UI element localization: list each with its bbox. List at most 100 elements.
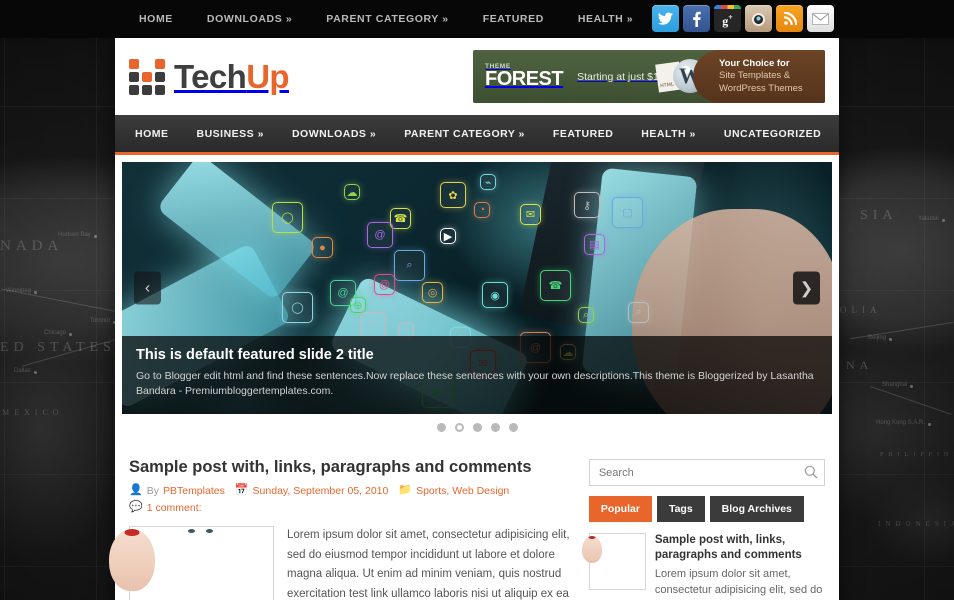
slider-dot-2[interactable] <box>454 422 464 432</box>
slide-app-icon-3: ◯ <box>272 202 303 233</box>
post-date-link[interactable]: Sunday, September 05, 2010 <box>253 485 389 497</box>
slide-app-icon-5: ● <box>312 237 333 258</box>
ad-tagline-3: WordPress Themes <box>719 82 803 94</box>
logo-text-accent: Up <box>246 58 289 95</box>
map-city-label-3: Toronto <box>90 318 117 324</box>
instagram-icon[interactable] <box>745 5 772 32</box>
map-city-label-2: Chicago <box>44 330 73 336</box>
page-wrapper: TechUp THEME FOREST Starting at just $10… <box>109 38 839 600</box>
slide-image: ☁☎✿◯⌁●@⌕◔✉⚷▢▶@@◯⊕◎◉☎⌕⌕□@⌕⌕✉▶☁▤ ‹ ❯ This … <box>122 162 832 414</box>
slider-dot-5[interactable] <box>508 422 518 432</box>
facebook-icon[interactable] <box>683 5 710 32</box>
slide-app-icon-11: ▢ <box>612 197 643 228</box>
slide-app-icon-4: ⌁ <box>480 174 496 190</box>
slide-app-icon-16: ⊕ <box>350 297 366 313</box>
top-nav-item-4[interactable]: HEALTH » <box>561 13 650 25</box>
post-author-link[interactable]: PBTemplates <box>163 485 225 497</box>
calendar-icon: 📅 <box>234 484 249 497</box>
search-input[interactable] <box>588 459 825 486</box>
map-city-label-6: Beijing <box>868 335 893 341</box>
slider-prev-button[interactable]: ‹ <box>134 271 161 305</box>
slide-app-icon-18: ◉ <box>482 282 508 308</box>
ad-tagline-1: Your Choice for <box>719 58 790 70</box>
map-city-label-5: Yakutsk <box>918 216 945 222</box>
map-region-label-2: MEXICO <box>2 408 64 417</box>
themeforest-ad-banner[interactable]: THEME FOREST Starting at just $10▸ W You… <box>473 50 825 103</box>
post-excerpt: Lorem ipsum dolor sit amet, consectetur … <box>287 528 570 600</box>
main-nav-item-3[interactable]: PARENT CATEGORY » <box>390 128 539 140</box>
slide-app-icon-24: ⌕ <box>578 307 594 323</box>
post-title: Sample post with, links, paragraphs and … <box>129 458 532 476</box>
search-widget <box>588 459 825 486</box>
post-comments-link[interactable]: 1 comment: <box>147 502 202 514</box>
post-meta-comments: 💬 1 comment: <box>129 502 202 514</box>
map-region-label-5: NA <box>846 358 874 372</box>
post-meta-categories: 📁 Sports, Web Design <box>398 485 509 497</box>
sidebar-tab-popular[interactable]: Popular <box>588 496 652 522</box>
main-nav-item-4[interactable]: FEATURED <box>539 128 627 140</box>
site-logo[interactable]: TechUp <box>129 58 290 95</box>
top-nav-item-3[interactable]: FEATURED <box>466 13 561 25</box>
sidebar-tabs: Popular Tags Blog Archives <box>588 496 825 522</box>
main-nav-item-2[interactable]: DOWNLOADS » <box>278 128 390 140</box>
slide-caption: This is default featured slide 2 title G… <box>122 335 832 414</box>
slide-title: This is default featured slide 2 title <box>136 346 374 363</box>
popular-post-item[interactable]: Sample post with, links, paragraphs and … <box>581 533 825 600</box>
slide-app-icon-9: ✉ <box>520 204 541 225</box>
slide-app-icon-17: ◎ <box>422 282 443 303</box>
map-city-label-8: Hong Kong S.A.R. <box>876 420 932 426</box>
google-plus-icon[interactable]: g+ <box>714 5 741 32</box>
popular-post-title: Sample post with, links, paragraphs and … <box>654 534 802 562</box>
top-nav-item-1[interactable]: DOWNLOADS » <box>190 13 309 25</box>
map-region-label-4: OLIA <box>840 305 882 315</box>
logo-text-primary: Tech <box>174 58 247 95</box>
top-nav-item-0[interactable]: HOME <box>122 13 190 25</box>
post-meta: 👤 By PBTemplates 📅 Sunday, September 05,… <box>129 485 575 514</box>
slide-app-icon-15: ◯ <box>282 292 313 323</box>
main-column: Sample post with, links, paragraphs and … <box>109 451 575 600</box>
comment-icon: 💬 <box>129 501 143 514</box>
slide-app-icon-25: ⌕ <box>628 302 649 323</box>
slide-app-icon-12: ▶ <box>440 228 456 244</box>
popular-post-body: Sample post with, links, paragraphs and … <box>655 533 825 600</box>
sidebar-tab-blog-archives[interactable]: Blog Archives <box>709 496 804 522</box>
map-region-label-6: PHILIPPINES <box>880 452 954 458</box>
slider-dot-1[interactable] <box>436 422 446 432</box>
top-nav-item-2[interactable]: PARENT CATEGORY » <box>309 13 465 25</box>
sidebar: PopularTagsBlog Archives Sample post wit… <box>581 451 825 600</box>
logo-text: TechUp <box>174 58 290 95</box>
site-header: TechUp THEME FOREST Starting at just $10… <box>115 38 839 115</box>
email-icon[interactable] <box>807 5 834 32</box>
post-categories-link[interactable]: Sports, Web Design <box>416 485 509 497</box>
main-nav-item-1[interactable]: BUSINESS » <box>183 128 278 140</box>
map-region-label-1: ED STATES <box>0 340 116 355</box>
slide-app-icon-8: ◔ <box>474 202 490 218</box>
post-thumbnail[interactable] <box>109 525 274 600</box>
ad-brand-large: FOREST <box>485 68 564 91</box>
post-title-link[interactable]: Sample post with, links, paragraphs and … <box>129 458 575 478</box>
search-icon[interactable] <box>804 465 818 479</box>
top-navigation: HOME DOWNLOADS » PARENT CATEGORY » FEATURED… <box>122 13 650 25</box>
popular-post-thumbnail <box>581 533 646 590</box>
main-nav-item-5[interactable]: HEALTH » <box>627 128 710 140</box>
main-nav-item-0[interactable]: HOME <box>121 128 183 140</box>
main-nav-item-6[interactable]: UNCATEGORIZED <box>710 128 835 140</box>
map-region-label-3: SIA <box>860 208 898 223</box>
coastline-left-2 <box>21 338 119 367</box>
twitter-icon[interactable] <box>652 5 679 32</box>
slider-next-button[interactable]: ❯ <box>793 271 820 305</box>
slide-app-icon-13: @ <box>374 274 395 295</box>
map-city-label-7: Shanghai <box>882 382 914 388</box>
featured-slider-section: ☁☎✿◯⌁●@⌕◔✉⚷▢▶@@◯⊕◎◉☎⌕⌕□@⌕⌕✉▶☁▤ ‹ ❯ This … <box>115 155 839 445</box>
map-city-label-4: Dallas <box>14 368 37 374</box>
map-region-label-7: INDONESIA <box>878 520 954 528</box>
slider-dot-4[interactable] <box>490 422 500 432</box>
slider-dot-3[interactable] <box>472 422 482 432</box>
main-navigation: HOME BUSINESS » DOWNLOADS » PARENT CATEGORY… <box>115 115 839 155</box>
post-body: Lorem ipsum dolor sit amet, consectetur … <box>109 525 575 600</box>
logo-mark-icon <box>129 58 165 95</box>
post-meta-date: 📅 Sunday, September 05, 2010 <box>235 485 389 497</box>
coastline-right-2 <box>870 386 952 415</box>
sidebar-tab-tags[interactable]: Tags <box>656 496 705 522</box>
rss-icon[interactable] <box>776 5 803 32</box>
